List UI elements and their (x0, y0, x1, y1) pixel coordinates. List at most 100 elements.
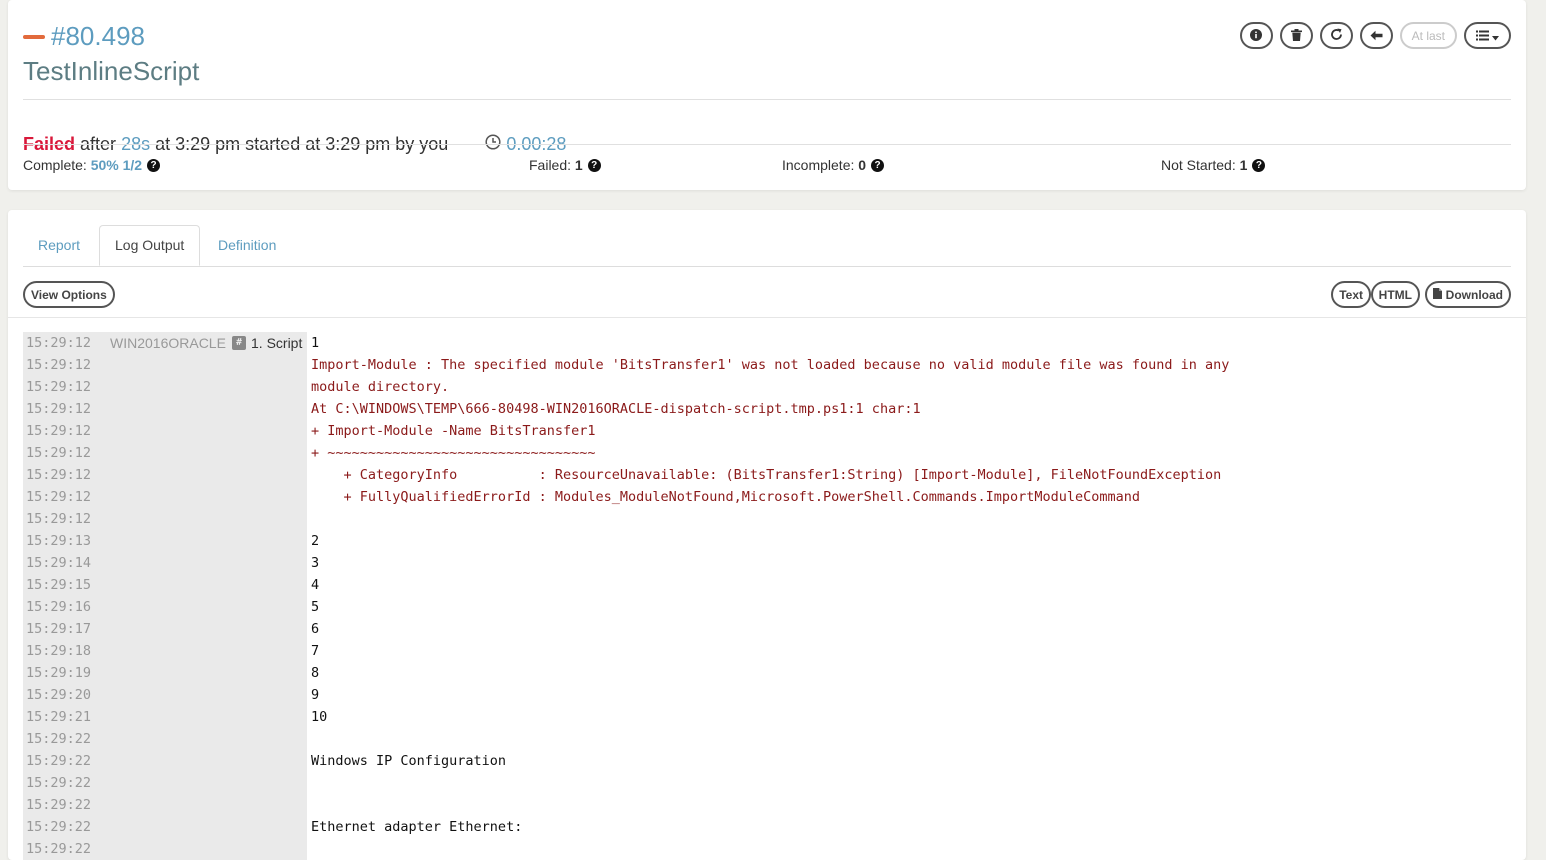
job-name-link[interactable]: TestInlineScript (23, 55, 199, 87)
info-icon (1250, 28, 1263, 44)
log-timestamp: 15:29:12 (26, 467, 92, 483)
log-message: module directory. (311, 379, 450, 395)
log-step-label: 1. Script (251, 335, 303, 351)
stat-incomplete: Incomplete: 0 ? (782, 156, 885, 174)
log-timestamp: 15:29:15 (26, 577, 92, 593)
log-message: 7 (311, 643, 320, 659)
log-message: Ethernet adapter Ethernet: (311, 819, 523, 835)
log-row: 15:29:20 9 (23, 684, 1511, 706)
log-timestamp: 15:29:16 (26, 599, 92, 615)
list-icon (1476, 28, 1489, 44)
log-row: 15:29:22 (23, 728, 1511, 750)
log-message: 8 (311, 665, 320, 681)
info-button[interactable] (1239, 22, 1273, 49)
log-row: 15:29:12 Import-Module : The specified mo… (23, 354, 1511, 376)
log-timestamp: 15:29:12 (26, 511, 92, 527)
log-row: 15:29:12 At C:\WINDOWS\TEMP\666-80498-WIN… (23, 398, 1511, 420)
script-step-icon: # (232, 336, 246, 350)
log-timestamp: 15:29:12 (26, 445, 92, 461)
execution-output-card: Report Log Output Definition View Option… (8, 210, 1526, 860)
log-timestamp: 15:29:12 (26, 379, 92, 395)
options-menu-button[interactable] (1464, 22, 1511, 49)
log-timestamp: 15:29:13 (26, 533, 92, 549)
tab-bar: Report Log Output Definition (23, 225, 1511, 267)
html-button[interactable]: HTML (1370, 281, 1420, 308)
stat-failed-label: Failed: (529, 157, 572, 173)
log-timestamp: 15:29:18 (26, 643, 92, 659)
execution-number-link[interactable]: #80.498 (51, 20, 145, 52)
log-timestamp: 15:29:12 (26, 357, 92, 373)
log-timestamp: 15:29:12 (26, 489, 92, 505)
at-last-button[interactable]: At last (1399, 22, 1457, 49)
log-row: 15:29:16 5 (23, 596, 1511, 618)
caret-down-icon (1492, 28, 1499, 44)
log-timestamp: 15:29:12 (26, 401, 92, 417)
log-row: 15:29:12 module directory. (23, 376, 1511, 398)
download-label: Download (1445, 287, 1503, 302)
divider (23, 144, 1511, 145)
stat-incomplete-label: Incomplete: (782, 157, 855, 173)
log-row: 15:29:12 + Import-Module -Name BitsTransf… (23, 420, 1511, 442)
log-message: At C:\WINDOWS\TEMP\666-80498-WIN2016ORAC… (311, 401, 921, 417)
log-row: 15:29:22 Ethernet adapter Ethernet: (23, 816, 1511, 838)
log-timestamp: 15:29:12 (26, 423, 92, 439)
log-timestamp: 15:29:17 (26, 621, 92, 637)
log-step[interactable]: #1. Script (232, 332, 302, 354)
log-timestamp: 15:29:20 (26, 687, 92, 703)
log-node-name[interactable]: WIN2016ORACLE (110, 332, 226, 354)
log-message: Windows IP Configuration (311, 753, 507, 769)
tab-log-output[interactable]: Log Output (99, 225, 201, 266)
divider (23, 99, 1511, 100)
stat-complete-label: Complete: (23, 157, 87, 173)
log-timestamp: 15:29:22 (26, 753, 92, 769)
log-message: Import-Module : The specified module 'Bi… (311, 357, 1230, 373)
question-circle-icon[interactable]: ? (871, 158, 885, 172)
log-row: 15:29:12 (23, 508, 1511, 530)
log-message: + Import-Module -Name BitsTransfer1 (311, 423, 596, 439)
back-button[interactable] (1359, 22, 1393, 49)
log-message: + CategoryInfo : ResourceUnavailable: (B… (311, 467, 1222, 483)
stat-not-started-value: 1 (1239, 157, 1248, 173)
tab-definition[interactable]: Definition (203, 225, 291, 266)
log-timestamp: 15:29:14 (26, 555, 92, 571)
download-button[interactable]: Download (1424, 281, 1511, 308)
question-circle-icon[interactable]: ? (587, 158, 601, 172)
log-message: 2 (311, 533, 320, 549)
text-button[interactable]: Text (1331, 281, 1371, 308)
delete-button[interactable] (1279, 22, 1313, 49)
execution-header-card: #80.498 TestInlineScript At last Failed … (8, 0, 1526, 190)
log-message: 5 (311, 599, 320, 615)
log-row: 15:29:22 Windows IP Configuration (23, 750, 1511, 772)
log-row: 15:29:12 WIN2016ORACLE #1. Script 1 (23, 332, 1511, 354)
log-row: 15:29:13 2 (23, 530, 1511, 552)
log-message: 9 (311, 687, 320, 703)
log-output: 15:29:12 WIN2016ORACLE #1. Script 1 15:29:12… (23, 332, 1511, 860)
log-row: 15:29:12 + CategoryInfo : ResourceUnavai… (23, 464, 1511, 486)
log-timestamp: 15:29:22 (26, 797, 92, 813)
log-timestamp: 15:29:22 (26, 819, 92, 835)
log-row: 15:29:22 (23, 838, 1511, 860)
action-buttons: At last (1239, 22, 1511, 49)
trash-icon (1290, 28, 1302, 44)
execution-title: #80.498 (23, 20, 145, 52)
log-timestamp: 15:29:22 (26, 731, 92, 747)
question-circle-icon[interactable]: ? (1252, 158, 1266, 172)
stat-complete-value: 50% 1/2 (90, 157, 143, 173)
stat-failed: Failed: 1 ? (529, 156, 601, 174)
log-message: 3 (311, 555, 320, 571)
view-options-button[interactable]: View Options (23, 281, 115, 308)
stat-not-started-label: Not Started: (1161, 157, 1236, 173)
log-row: 15:29:14 3 (23, 552, 1511, 574)
log-message: + ~~~~~~~~~~~~~~~~~~~~~~~~~~~~~~~~~ (311, 445, 596, 461)
log-row: 15:29:17 6 (23, 618, 1511, 640)
file-icon (1432, 287, 1442, 302)
rerun-button[interactable] (1319, 22, 1353, 49)
log-row: 15:29:22 (23, 794, 1511, 816)
stat-not-started: Not Started: 1 ? (1161, 156, 1266, 174)
log-message: 4 (311, 577, 320, 593)
log-row: 15:29:18 7 (23, 640, 1511, 662)
tab-report[interactable]: Report (23, 225, 95, 266)
question-circle-icon[interactable]: ? (147, 158, 161, 172)
log-row: 15:29:21 10 (23, 706, 1511, 728)
status-indicator (23, 35, 45, 39)
